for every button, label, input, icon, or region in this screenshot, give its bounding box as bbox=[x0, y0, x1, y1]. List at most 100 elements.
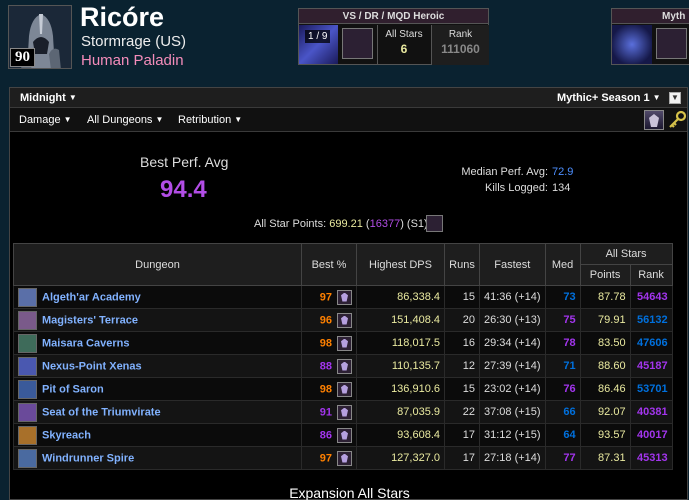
mythic-title: Myth bbox=[612, 9, 689, 24]
key-icon[interactable] bbox=[667, 110, 687, 130]
dungeon-cell[interactable]: Seat of the Triumvirate bbox=[13, 400, 302, 424]
table-row[interactable]: Maisara Caverns 98 118,017.5 16 29:34 (+14) 7… bbox=[13, 331, 673, 355]
allstar-points-label: All Star Points: bbox=[254, 218, 327, 230]
table-row[interactable]: Magisters' Terrace 96 151,408.4 20 26:30 (+1… bbox=[13, 308, 673, 332]
dungeon-cell[interactable]: Skyreach bbox=[13, 423, 302, 447]
col-best[interactable]: Best % bbox=[301, 243, 357, 286]
allstar-rank[interactable]: 53701 bbox=[629, 377, 673, 401]
col-med[interactable]: Med bbox=[544, 243, 581, 286]
median-label: Median Perf. Avg: bbox=[461, 166, 548, 178]
highest-dps: 151,408.4 bbox=[356, 308, 445, 332]
fastest-time: 26:30 (+13) bbox=[479, 308, 546, 332]
raid-allstars-value: 6 bbox=[400, 42, 408, 56]
dungeon-name[interactable]: Maisara Caverns bbox=[42, 337, 129, 349]
best-percent: 88 bbox=[319, 360, 332, 372]
allstar-rank[interactable]: 56132 bbox=[629, 308, 673, 332]
dungeon-cell[interactable]: Maisara Caverns bbox=[13, 331, 302, 355]
allstar-rank[interactable]: 40381 bbox=[629, 400, 673, 424]
character-class: Human Paladin bbox=[81, 52, 184, 69]
allstar-rank[interactable]: 45313 bbox=[629, 446, 673, 470]
allstar-points-line: All Star Points: 699.21 (16377) (S1) bbox=[254, 218, 428, 230]
best-cell[interactable]: 97 bbox=[301, 446, 357, 470]
allstar-rank[interactable]: 40017 bbox=[629, 423, 673, 447]
dungeon-name[interactable]: Windrunner Spire bbox=[42, 452, 134, 464]
best-cell[interactable]: 96 bbox=[301, 308, 357, 332]
dungeon-cell[interactable]: Nexus-Point Xenas bbox=[13, 354, 302, 378]
raid-allstars-label: All Stars bbox=[385, 29, 423, 40]
zone-dropdown[interactable]: All Dungeons ▼ bbox=[87, 108, 163, 132]
raid-summary-card[interactable]: VS / DR / MQD Heroic 1 / 9 All Stars 6 R… bbox=[298, 8, 489, 65]
best-cell[interactable]: 98 bbox=[301, 331, 357, 355]
spec-icon bbox=[337, 358, 352, 374]
best-percent: 98 bbox=[319, 383, 332, 395]
allstar-points: 79.91 bbox=[579, 308, 631, 332]
best-cell[interactable]: 88 bbox=[301, 354, 357, 378]
table-row[interactable]: Seat of the Triumvirate 91 87,035.9 22 37:08… bbox=[13, 400, 673, 424]
highest-dps: 87,035.9 bbox=[356, 400, 445, 424]
dungeon-cell[interactable]: Algeth'ar Academy bbox=[13, 285, 302, 309]
mythic-summary-card[interactable]: Myth bbox=[611, 8, 689, 65]
col-points[interactable]: Points bbox=[579, 264, 631, 286]
allstar-points: 87.31 bbox=[579, 446, 631, 470]
col-fastest[interactable]: Fastest bbox=[479, 243, 546, 286]
dungeon-cell[interactable]: Pit of Saron bbox=[13, 377, 302, 401]
allstar-rank[interactable]: 54643 bbox=[629, 285, 673, 309]
dungeon-name[interactable]: Magisters' Terrace bbox=[42, 314, 138, 326]
dungeon-name[interactable]: Nexus-Point Xenas bbox=[42, 360, 142, 372]
spec-dropdown[interactable]: Retribution ▼ bbox=[178, 108, 242, 132]
season-dropdown[interactable]: Mythic+ Season 1 ▼ bbox=[557, 88, 661, 108]
metric-dropdown[interactable]: Damage ▼ bbox=[19, 108, 72, 132]
table-row[interactable]: Skyreach 86 93,608.4 17 31:12 (+15) 64 93.57 40… bbox=[13, 423, 673, 447]
character-realm[interactable]: Stormrage (US) bbox=[81, 33, 186, 50]
dungeon-cell[interactable]: Magisters' Terrace bbox=[13, 308, 302, 332]
col-rank[interactable]: Rank bbox=[629, 264, 673, 286]
retribution-spec-icon[interactable] bbox=[644, 110, 664, 130]
raid-rank: Rank 111060 bbox=[431, 25, 489, 65]
dungeon-icon bbox=[18, 448, 37, 468]
dungeon-name[interactable]: Pit of Saron bbox=[42, 383, 104, 395]
dungeon-icon bbox=[18, 425, 37, 445]
allstar-rank[interactable]: 47606 bbox=[629, 331, 673, 355]
spec-icon bbox=[337, 289, 352, 305]
raid-progress: 1 / 9 bbox=[305, 30, 331, 43]
spec-icon bbox=[337, 312, 352, 328]
expansion-dropdown[interactable]: Midnight ▼ bbox=[20, 88, 77, 108]
median-percent: 77 bbox=[544, 446, 581, 470]
allstar-rank-value: 16377 bbox=[369, 218, 401, 230]
spec-icon bbox=[337, 381, 352, 397]
runs-count: 20 bbox=[444, 308, 480, 332]
best-cell[interactable]: 91 bbox=[301, 400, 357, 424]
runs-count: 17 bbox=[444, 446, 480, 470]
raid-rank-label: Rank bbox=[448, 29, 473, 40]
best-cell[interactable]: 86 bbox=[301, 423, 357, 447]
character-avatar[interactable]: 90 bbox=[8, 5, 72, 69]
collapse-button[interactable]: ▼ bbox=[669, 92, 681, 104]
chevron-down-icon: ▼ bbox=[652, 93, 661, 102]
col-dps[interactable]: Highest DPS bbox=[356, 243, 445, 286]
spec-icon bbox=[337, 450, 352, 466]
col-dungeon[interactable]: Dungeon bbox=[13, 243, 302, 286]
allstar-rank[interactable]: 45187 bbox=[629, 354, 673, 378]
highest-dps: 118,017.5 bbox=[356, 331, 445, 355]
chevron-down-icon: ▼ bbox=[63, 115, 72, 124]
best-cell[interactable]: 98 bbox=[301, 377, 357, 401]
allstar-points: 93.57 bbox=[579, 423, 631, 447]
median-percent: 78 bbox=[544, 331, 581, 355]
dungeon-cell[interactable]: Windrunner Spire bbox=[13, 446, 302, 470]
best-percent: 97 bbox=[319, 452, 332, 464]
spec-icon bbox=[337, 335, 352, 351]
fastest-time: 37:08 (+15) bbox=[479, 400, 546, 424]
col-runs[interactable]: Runs bbox=[444, 243, 480, 286]
dungeon-name[interactable]: Algeth'ar Academy bbox=[42, 291, 141, 303]
dungeon-name[interactable]: Seat of the Triumvirate bbox=[42, 406, 161, 418]
dungeon-name[interactable]: Skyreach bbox=[42, 429, 91, 441]
table-row[interactable]: Pit of Saron 98 136,910.6 15 23:02 (+14) 76 86… bbox=[13, 377, 673, 401]
col-allstars: All Stars bbox=[579, 243, 673, 265]
best-cell[interactable]: 97 bbox=[301, 285, 357, 309]
raid-title: VS / DR / MQD Heroic bbox=[299, 9, 488, 24]
table-row[interactable]: Nexus-Point Xenas 88 110,135.7 12 27:39 (+14… bbox=[13, 354, 673, 378]
highest-dps: 110,135.7 bbox=[356, 354, 445, 378]
season-dropdown-label: Mythic+ Season 1 bbox=[557, 92, 650, 104]
table-row[interactable]: Windrunner Spire 97 127,327.0 17 27:18 (+14)… bbox=[13, 446, 673, 470]
table-row[interactable]: Algeth'ar Academy 97 86,338.4 15 41:36 (+14)… bbox=[13, 285, 673, 309]
